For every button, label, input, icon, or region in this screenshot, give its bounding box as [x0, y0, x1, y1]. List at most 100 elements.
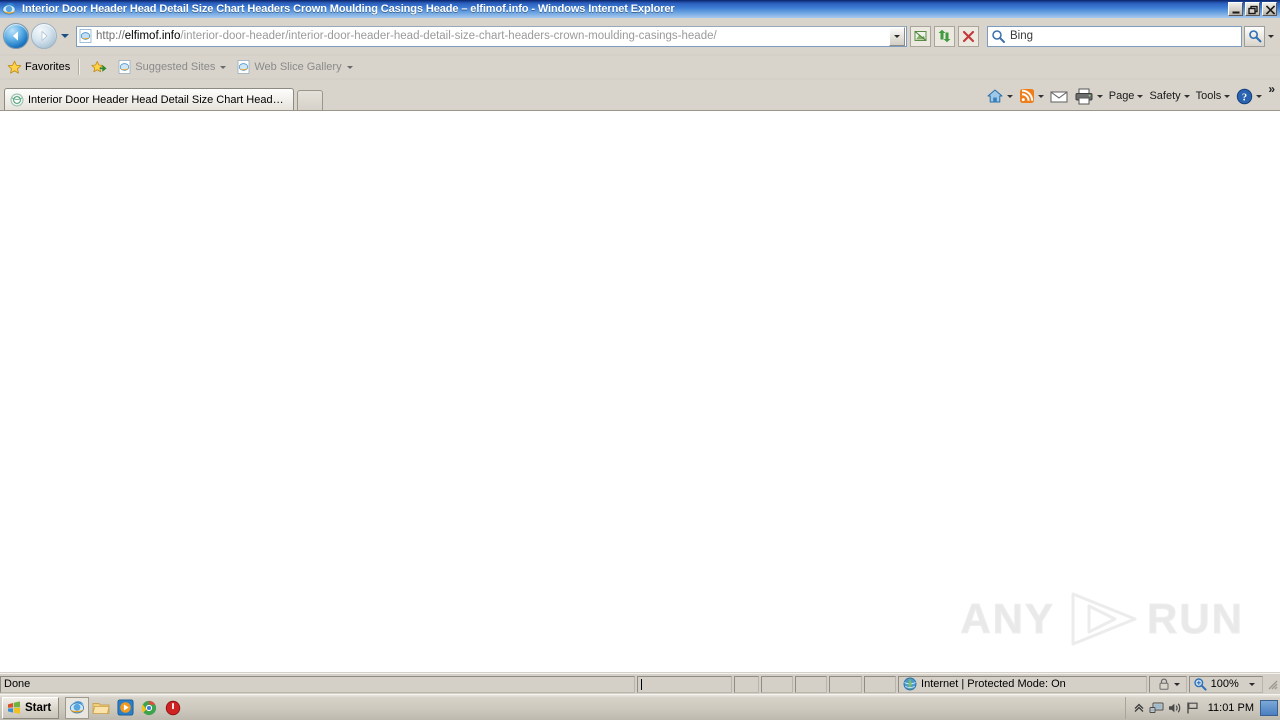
- status-pane-2: [734, 675, 759, 693]
- taskbar-shutdown-app-icon[interactable]: [161, 697, 185, 719]
- minimize-button[interactable]: [1228, 2, 1243, 16]
- taskbar-media-player-icon[interactable]: [113, 697, 137, 719]
- favorites-bar: Favorites Suggested Sites Web Slice Gall…: [0, 56, 1280, 78]
- help-menu-button[interactable]: ?: [1233, 85, 1265, 107]
- volume-icon[interactable]: [1166, 699, 1184, 717]
- chevron-down-icon: [1137, 94, 1144, 98]
- star-add-icon: [91, 60, 107, 72]
- system-tray: 11:01 PM: [1124, 696, 1278, 719]
- back-button[interactable]: [3, 23, 29, 49]
- chevron-down-icon: [894, 34, 900, 38]
- page-menu-button[interactable]: Page: [1106, 85, 1147, 107]
- add-to-favorites-bar-button[interactable]: [87, 58, 111, 76]
- quick-launch-bar: [65, 696, 185, 719]
- help-icon: ?: [1237, 88, 1253, 104]
- search-input[interactable]: Bing: [987, 25, 1242, 47]
- chevron-down-icon: [1268, 34, 1274, 38]
- chevron-down-icon: [1248, 682, 1255, 686]
- restore-button[interactable]: [1245, 2, 1260, 16]
- chevron-down-icon: [61, 34, 69, 38]
- web-slice-gallery-button[interactable]: Web Slice Gallery: [233, 58, 356, 76]
- refresh-button[interactable]: [934, 25, 955, 47]
- taskbar-chrome-icon[interactable]: [137, 697, 161, 719]
- address-bar-row: http://elfimof.info/interior-door-header…: [0, 18, 1280, 54]
- chevron-down-icon: [1183, 94, 1190, 98]
- tools-menu-button[interactable]: Tools: [1193, 85, 1234, 107]
- favorites-label: Favorites: [25, 61, 71, 73]
- status-text: Done: [4, 678, 31, 690]
- command-bar-overflow-button[interactable]: »: [1265, 82, 1278, 102]
- address-dropdown-button[interactable]: [889, 26, 905, 46]
- compatibility-view-icon: [914, 30, 927, 41]
- resize-grip[interactable]: [1265, 677, 1279, 691]
- start-button[interactable]: Start: [2, 696, 60, 719]
- safety-menu-button[interactable]: Safety: [1146, 85, 1192, 107]
- search-icon: [1248, 30, 1261, 43]
- browser-tab[interactable]: Interior Door Header Head Detail Size Ch…: [4, 88, 294, 110]
- page-menu-label: Page: [1108, 90, 1135, 102]
- close-icon: [962, 30, 975, 42]
- close-button[interactable]: [1262, 2, 1277, 16]
- zoom-pane[interactable]: 100%: [1188, 675, 1263, 693]
- chevron-down-icon: [1037, 94, 1044, 98]
- taskbar-file-explorer-icon[interactable]: [89, 697, 113, 719]
- show-desktop-button[interactable]: [1260, 699, 1278, 716]
- privacy-report-pane[interactable]: [1149, 675, 1187, 693]
- watermark-text-left: ANY: [960, 595, 1055, 643]
- search-go-button[interactable]: [1244, 25, 1265, 47]
- page-content-area[interactable]: ANY RUN: [0, 110, 1280, 672]
- safety-menu-label: Safety: [1149, 90, 1181, 102]
- page-favicon-icon: [79, 29, 93, 43]
- new-tab-button[interactable]: [297, 90, 323, 110]
- rss-icon: [1019, 89, 1034, 103]
- window-title: Interior Door Header Head Detail Size Ch…: [22, 3, 675, 15]
- home-button[interactable]: [983, 85, 1016, 107]
- watermark-text-right: RUN: [1147, 595, 1244, 643]
- mail-icon: [1050, 91, 1068, 103]
- progress-caret: [641, 678, 643, 690]
- status-bar: Done Internet | Protected Mode: On 100%: [0, 673, 1280, 694]
- stop-button[interactable]: [958, 25, 979, 47]
- address-input[interactable]: http://elfimof.info/interior-door-header…: [76, 25, 907, 47]
- favorites-button[interactable]: Favorites: [3, 58, 74, 76]
- anyrun-watermark: ANY RUN: [960, 588, 1244, 650]
- tab-bar: Interior Door Header Head Detail Size Ch…: [0, 80, 1280, 110]
- globe-icon: [903, 677, 917, 691]
- tab-favicon-icon: [10, 93, 24, 107]
- progress-pane: [637, 675, 733, 693]
- taskbar-clock[interactable]: 11:01 PM: [1208, 702, 1254, 714]
- web-slice-gallery-label: Web Slice Gallery: [254, 61, 342, 73]
- ie-browser-window: Interior Door Header Head Detail Size Ch…: [0, 0, 1280, 720]
- network-icon[interactable]: [1148, 699, 1166, 717]
- recent-pages-button[interactable]: [58, 23, 72, 49]
- forward-arrow-icon: [32, 24, 56, 48]
- search-icon: [992, 29, 1005, 43]
- flag-icon[interactable]: [1184, 699, 1202, 717]
- zoom-level-label: 100%: [1210, 678, 1239, 690]
- status-pane-6: [863, 675, 897, 693]
- url-host: elfimof.info: [124, 30, 181, 42]
- status-text-pane: Done: [0, 675, 636, 693]
- toolbar-divider: [78, 59, 81, 75]
- suggested-sites-button[interactable]: Suggested Sites: [114, 58, 230, 76]
- chevron-down-icon: [1006, 94, 1013, 98]
- back-arrow-icon: [4, 24, 28, 48]
- read-mail-button[interactable]: [1047, 85, 1071, 107]
- printer-icon: [1075, 88, 1093, 104]
- compatibility-view-button[interactable]: [910, 25, 931, 47]
- show-hidden-icons-button[interactable]: [1130, 699, 1148, 717]
- star-icon: [7, 60, 22, 74]
- taskbar-internet-explorer-icon[interactable]: [65, 696, 90, 719]
- command-bar: Page Safety Tools ? »: [983, 82, 1280, 110]
- search-options-button[interactable]: [1265, 26, 1277, 47]
- search-query: Bing: [1010, 30, 1034, 42]
- tools-menu-label: Tools: [1195, 90, 1222, 102]
- url-protocol: http://: [96, 30, 125, 42]
- print-button[interactable]: [1071, 85, 1106, 107]
- feeds-button[interactable]: [1016, 85, 1047, 107]
- svg-text:?: ?: [1242, 92, 1247, 103]
- lock-icon: [1159, 678, 1168, 690]
- forward-button[interactable]: [31, 23, 57, 49]
- security-zone-pane[interactable]: Internet | Protected Mode: On: [898, 675, 1148, 693]
- chevron-down-icon: [220, 65, 227, 69]
